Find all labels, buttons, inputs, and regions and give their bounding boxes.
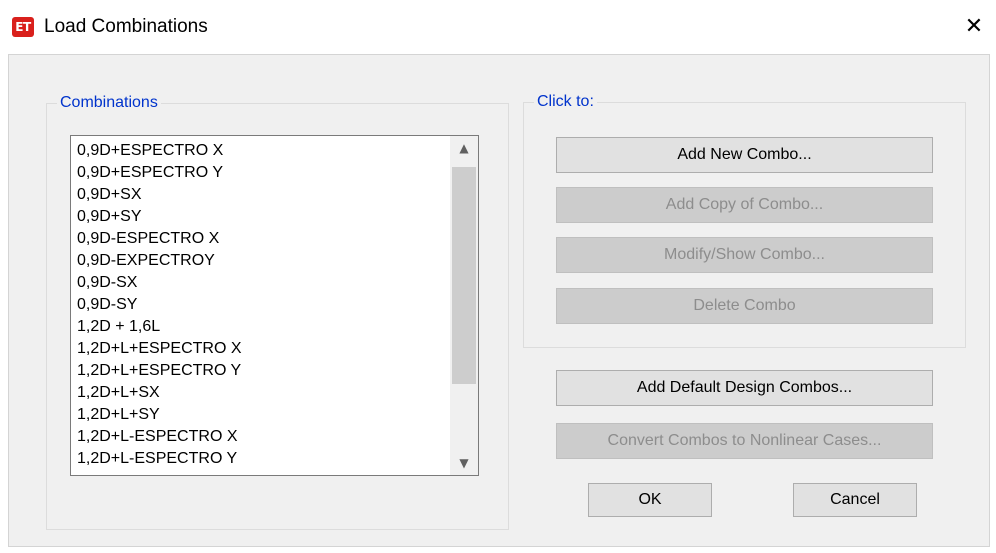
add-copy-of-combo-button[interactable]: Add Copy of Combo...	[556, 187, 933, 223]
convert-combos-button[interactable]: Convert Combos to Nonlinear Cases...	[556, 423, 933, 459]
combinations-listbox[interactable]: 0,9D+ESPECTRO X 0,9D+ESPECTRO Y 0,9D+SX 0,9…	[70, 135, 479, 476]
combination-list-item[interactable]: 1,2D + 1,6L	[71, 316, 451, 338]
click-to-group-label: Click to:	[534, 93, 597, 111]
combination-list-item[interactable]: 1,2D+L+ESPECTRO Y	[71, 360, 451, 382]
title-bar: ET Load Combinations ✕	[0, 0, 996, 54]
delete-combo-button[interactable]: Delete Combo	[556, 288, 933, 324]
add-new-combo-button[interactable]: Add New Combo...	[556, 137, 933, 173]
add-default-design-combos-button[interactable]: Add Default Design Combos...	[556, 370, 933, 406]
combination-list-item[interactable]: 0,9D-EXPECTROY	[71, 250, 451, 272]
dialog-client-area: Combinations Click to: 0,9D+ESPECTRO X 0,…	[8, 54, 990, 547]
combination-list-item[interactable]: 1,2D+L+ESPECTRO X	[71, 338, 451, 360]
combinations-group-label: Combinations	[57, 94, 161, 112]
combination-list-item[interactable]: 1,2D+L-ESPECTRO X	[71, 426, 451, 448]
combination-list-item[interactable]: 1,2D+L-ESPECTRO Y	[71, 448, 451, 470]
combinations-list: 0,9D+ESPECTRO X 0,9D+ESPECTRO Y 0,9D+SX 0,9…	[71, 136, 451, 470]
combination-list-item[interactable]: 0,9D+SX	[71, 184, 451, 206]
close-icon[interactable]: ✕	[952, 0, 996, 54]
load-combinations-dialog: ET Load Combinations ✕ Combinations Clic…	[0, 0, 996, 553]
combination-list-item[interactable]: 0,9D+SY	[71, 206, 451, 228]
ok-button[interactable]: OK	[588, 483, 712, 517]
etabs-app-icon: ET	[12, 17, 34, 37]
combination-list-item[interactable]: 1,2D+L+SX	[71, 382, 451, 404]
combination-list-item[interactable]: 0,9D-SY	[71, 294, 451, 316]
combination-list-item[interactable]: 0,9D-SX	[71, 272, 451, 294]
scroll-up-icon[interactable]: ▲	[450, 136, 478, 160]
window-title: Load Combinations	[44, 16, 208, 37]
combinations-scrollbar[interactable]: ▲ ▼	[450, 136, 478, 475]
combination-list-item[interactable]: 1,2D+L+SY	[71, 404, 451, 426]
modify-show-combo-button[interactable]: Modify/Show Combo...	[556, 237, 933, 273]
combination-list-item[interactable]: 0,9D+ESPECTRO Y	[71, 162, 451, 184]
cancel-button[interactable]: Cancel	[793, 483, 917, 517]
scrollbar-thumb[interactable]	[452, 167, 476, 384]
combination-list-item[interactable]: 0,9D-ESPECTRO X	[71, 228, 451, 250]
combination-list-item[interactable]: 0,9D+ESPECTRO X	[71, 140, 451, 162]
scroll-down-icon[interactable]: ▼	[450, 451, 478, 475]
